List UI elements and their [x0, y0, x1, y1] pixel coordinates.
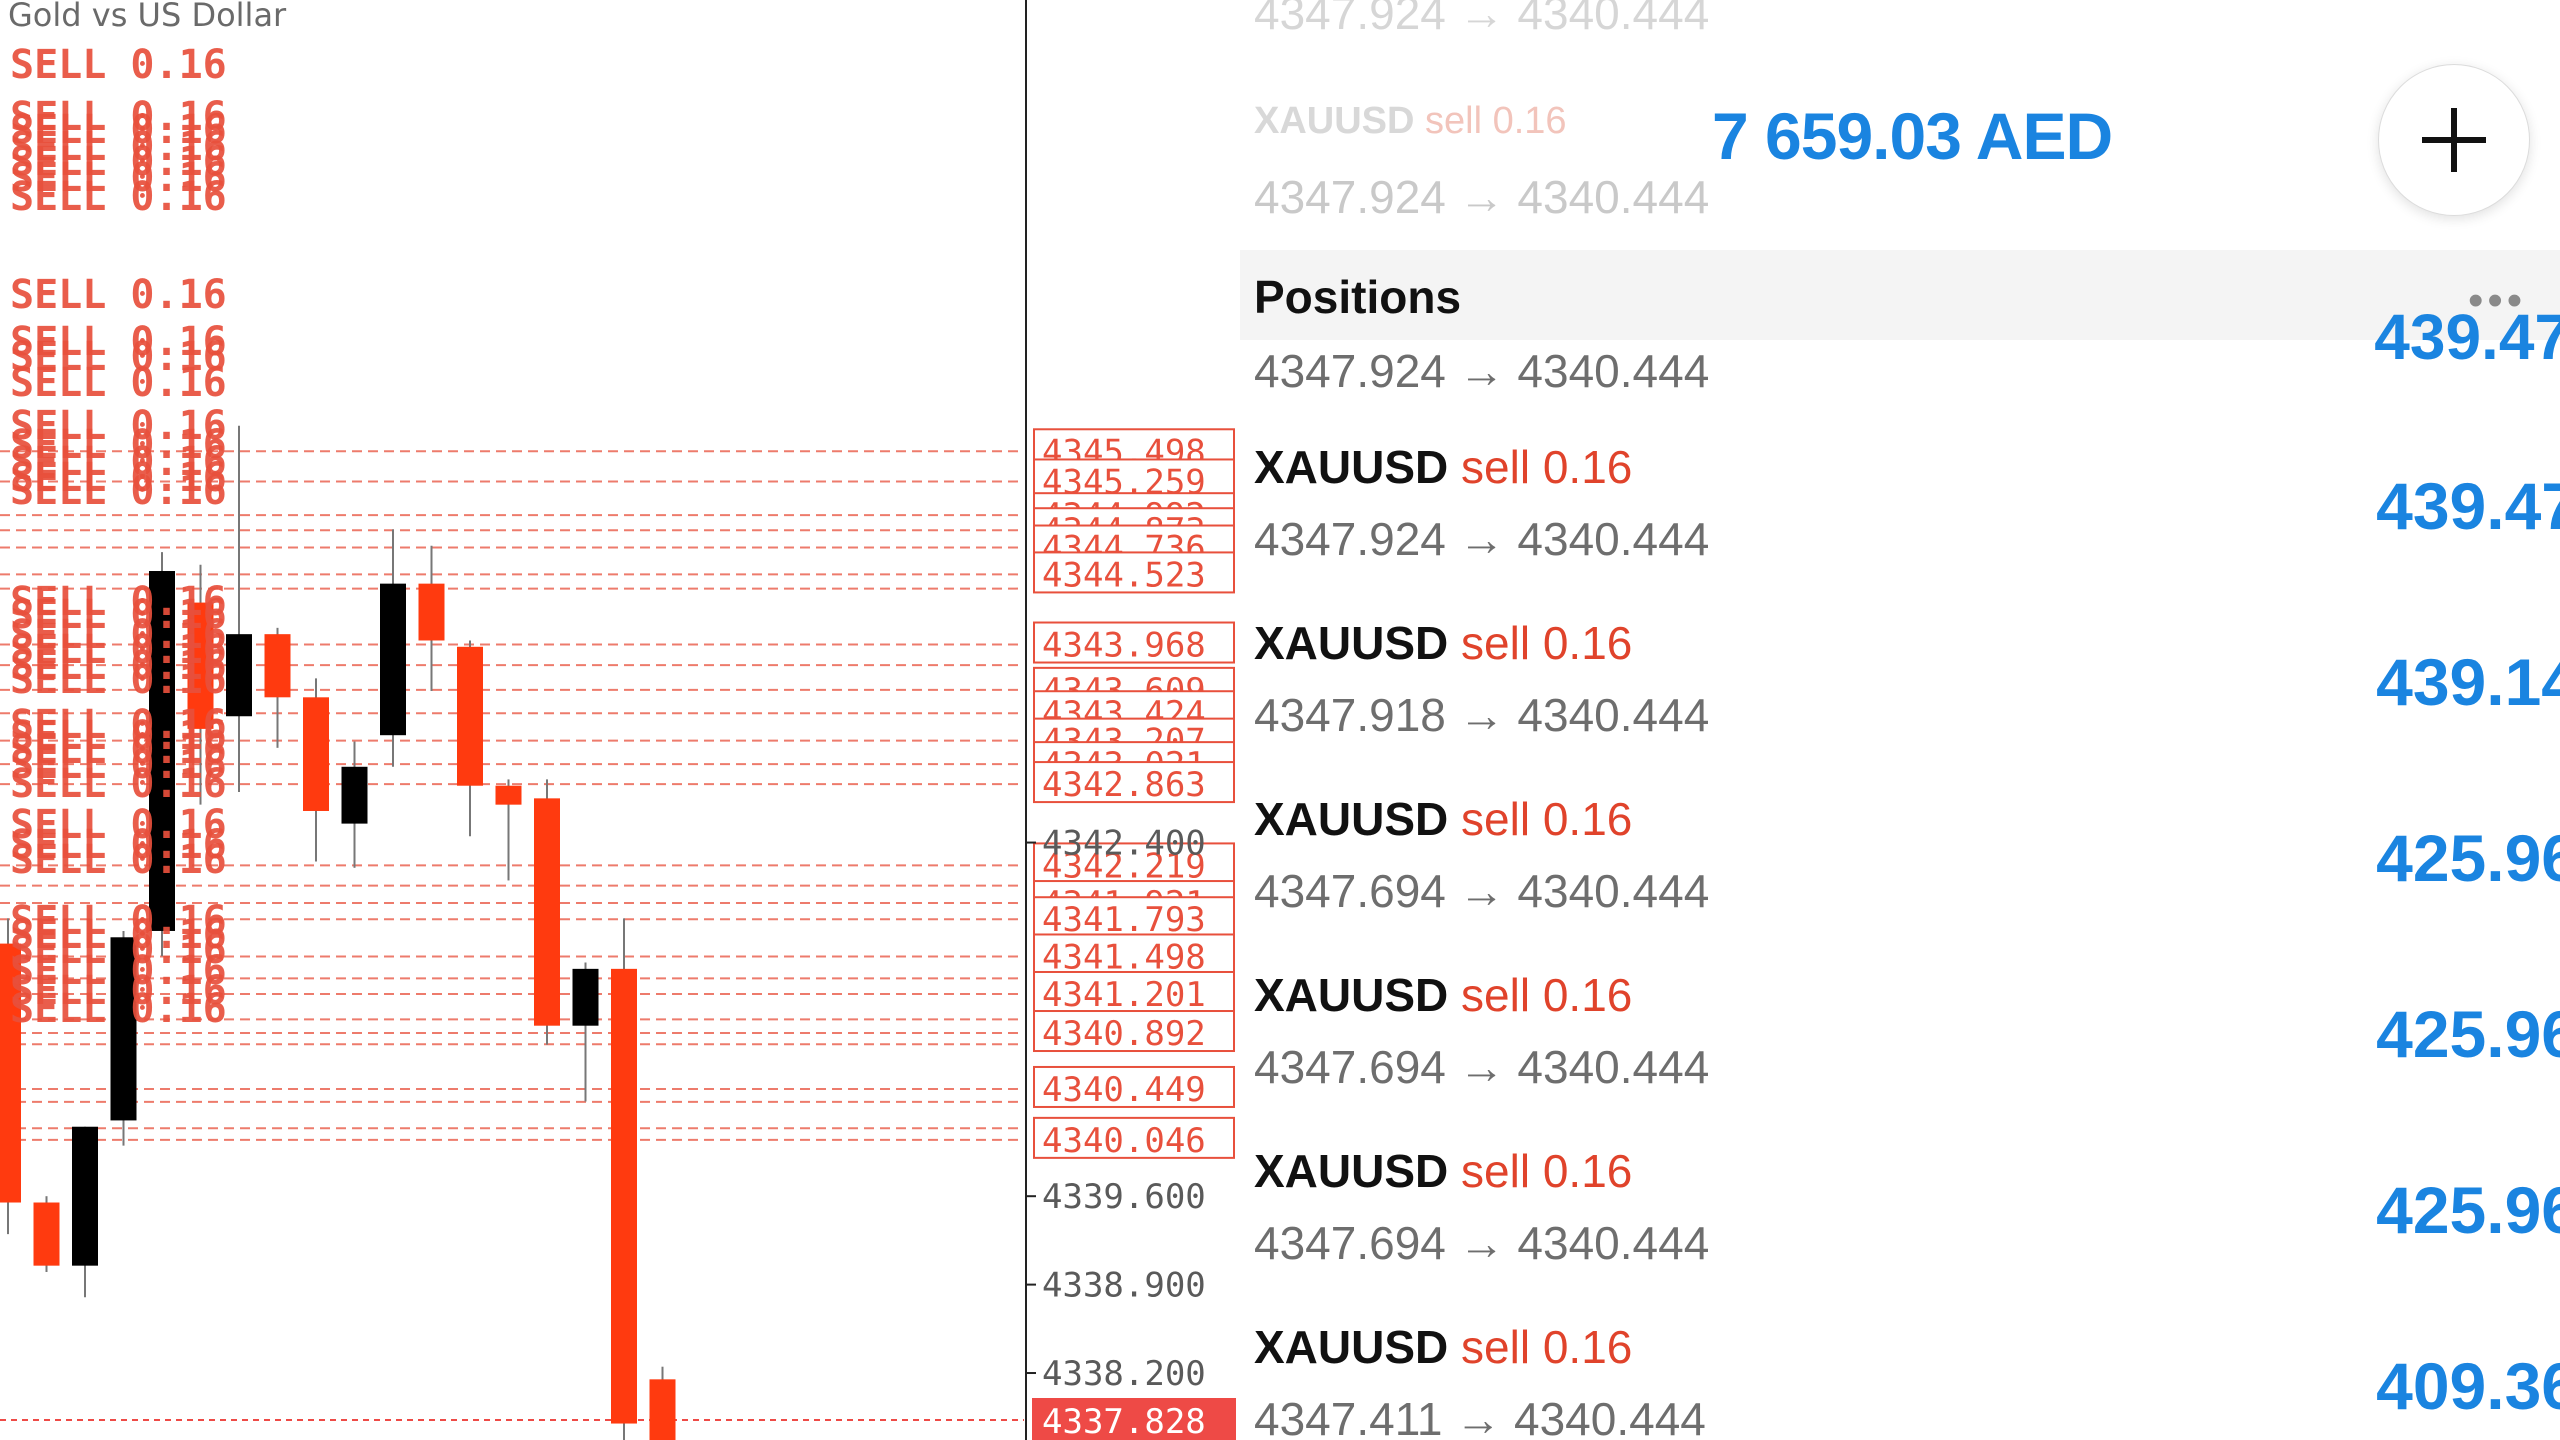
- axis-tick-label: 4338.900: [1042, 1266, 1206, 1306]
- position-symbol: XAUUSD sell 0.16: [1254, 1144, 1632, 1198]
- position-symbol: XAUUSD sell 0.16: [1254, 440, 1632, 494]
- symbol-label: XAUUSD: [1254, 617, 1449, 669]
- order-label: SELL 0.16: [10, 986, 227, 1032]
- position-row[interactable]: XAUUSD sell 0.16 4347.918 → 4340.444 439.1…: [1240, 616, 2560, 792]
- open-to-current-prices: 4347.694 → 4340.444: [1254, 1041, 1710, 1093]
- open-to-current-prices: 4347.694 → 4340.444: [1254, 865, 1710, 917]
- order-label: SELL 0.16: [10, 468, 227, 514]
- symbol-label: XAUUSD: [1254, 793, 1449, 845]
- position-profit: 425.96: [2376, 821, 2560, 895]
- positions-section-header: Positions •••: [1240, 250, 2560, 340]
- position-symbol: XAUUSD sell 0.16: [1254, 968, 1632, 1022]
- order-price-label: 4341.201: [1042, 975, 1206, 1015]
- symbol-label: XAUUSD: [1254, 1145, 1449, 1197]
- partial-row-profit: 439.47: [2374, 301, 2560, 373]
- position-row[interactable]: XAUUSD sell 0.16 4347.694 → 4340.444 425.9…: [1240, 1144, 2560, 1320]
- position-profit: 409.36: [2376, 1349, 2560, 1423]
- position-row[interactable]: XAUUSD sell 0.16 4347.694 → 4340.444 425.9…: [1240, 968, 2560, 1144]
- order-price-label: 4340.449: [1042, 1070, 1206, 1110]
- trade-volume: 0.16: [1542, 793, 1633, 845]
- position-row[interactable]: XAUUSD sell 0.16 4347.694 → 4340.444 425.9…: [1240, 792, 2560, 968]
- positions-title: Positions: [1254, 271, 1462, 323]
- trade-side: sell: [1461, 1321, 1531, 1373]
- order-price-label: 4343.968: [1042, 626, 1206, 666]
- trade-side: sell: [1461, 441, 1531, 493]
- open-to-current-prices: 4347.918 → 4340.444: [1254, 689, 1710, 741]
- position-row[interactable]: XAUUSD sell 0.16 4347.924 → 4340.444 439.4…: [1240, 440, 2560, 616]
- price-chart[interactable]: SELL 0.16 SELL 0.16 SELL 0.16 SELL 0.16 SELL…: [0, 0, 1240, 1440]
- candle-body: [649, 1379, 676, 1440]
- candle-body: [611, 968, 637, 1424]
- order-price-label: 4344.523: [1042, 555, 1206, 595]
- position-symbol: XAUUSD sell 0.16: [1254, 616, 1632, 670]
- position-profit: 425.96: [2376, 1173, 2560, 1247]
- ghost-side: sell 0.16: [1425, 100, 1567, 142]
- trade-side: sell: [1461, 793, 1531, 845]
- candle-body: [72, 1126, 98, 1266]
- order-label: SELL 0.16: [10, 360, 227, 406]
- account-balance: 7 659.03 AED: [1712, 99, 2113, 173]
- trade-volume: 0.16: [1542, 441, 1633, 493]
- partial-row-prices[interactable]: 4347.924 → 4340.444: [1254, 344, 1709, 398]
- candlestick-chart[interactable]: SELL 0.16 SELL 0.16 SELL 0.16 SELL 0.16 SELL…: [0, 0, 1240, 1440]
- scrolled-symbol-ghost: XAUUSD sell 0.16: [1254, 100, 1567, 143]
- position-profit: 439.47: [2376, 469, 2560, 543]
- order-price-label: 4340.046: [1042, 1121, 1206, 1161]
- order-label: SELL 0.16: [10, 272, 227, 318]
- trade-side: sell: [1461, 617, 1531, 669]
- candle-body: [457, 646, 483, 786]
- symbol-label: XAUUSD: [1254, 441, 1449, 493]
- trade-side: sell: [1461, 969, 1531, 1021]
- open-to-current-prices: 4347.924 → 4340.444: [1254, 513, 1710, 565]
- axis-tick-label: 4338.200: [1042, 1354, 1206, 1394]
- position-row[interactable]: XAUUSD sell 0.16 4347.411 → 4340.444 409.3…: [1240, 1320, 2560, 1440]
- position-symbol: XAUUSD sell 0.16: [1254, 1320, 1632, 1374]
- trade-volume: 0.16: [1542, 617, 1633, 669]
- order-label: SELL 0.16: [10, 761, 227, 807]
- candle-body: [534, 798, 560, 1026]
- candle-body: [226, 634, 252, 717]
- add-order-button[interactable]: [2378, 64, 2530, 216]
- trade-volume: 0.16: [1542, 1321, 1633, 1373]
- trade-volume: 0.16: [1542, 969, 1633, 1021]
- position-symbol: XAUUSD sell 0.16: [1254, 792, 1632, 846]
- symbol-label: XAUUSD: [1254, 969, 1449, 1021]
- scrolled-row-ghost: 4347.924 → 4340.444: [1254, 0, 1710, 39]
- candle-body: [303, 697, 329, 811]
- positions-panel: 4347.924 → 4340.444 XAUUSD sell 0.16 434…: [1240, 0, 2560, 1440]
- axis-tick-label: 4339.600: [1042, 1177, 1206, 1217]
- chart-title: Gold vs US Dollar: [8, 0, 287, 34]
- candle-body: [572, 968, 599, 1026]
- candle-body: [341, 766, 368, 824]
- order-price-label: 4340.892: [1042, 1014, 1206, 1054]
- open-to-current-prices: 4347.411 → 4340.444: [1254, 1393, 1706, 1440]
- symbol-label: XAUUSD: [1254, 1321, 1449, 1373]
- position-profit: 425.96: [2376, 997, 2560, 1071]
- candle-body: [264, 634, 291, 698]
- order-label: SELL 0.16: [10, 174, 227, 220]
- candle-body: [380, 583, 406, 736]
- order-label: SELL 0.16: [10, 42, 227, 88]
- open-to-current-prices: 4347.694 → 4340.444: [1254, 1217, 1710, 1269]
- scrolled-prices-ghost: 4347.924 → 4340.444: [1254, 171, 1710, 223]
- current-price-label: 4337.828: [1042, 1402, 1206, 1440]
- plus-icon-vertical: [2451, 108, 2457, 172]
- position-profit: 439.14: [2376, 645, 2560, 719]
- order-price-label: 4342.863: [1042, 765, 1206, 805]
- order-label: SELL 0.16: [10, 657, 227, 703]
- candle-body: [418, 583, 445, 641]
- order-label: SELL 0.16: [10, 837, 227, 883]
- axis-tick-label: 4342.400: [1042, 824, 1206, 864]
- candle-body: [33, 1202, 60, 1266]
- trade-volume: 0.16: [1542, 1145, 1633, 1197]
- trade-side: sell: [1461, 1145, 1531, 1197]
- ghost-symbol: XAUUSD: [1254, 100, 1415, 142]
- candle-body: [495, 785, 522, 805]
